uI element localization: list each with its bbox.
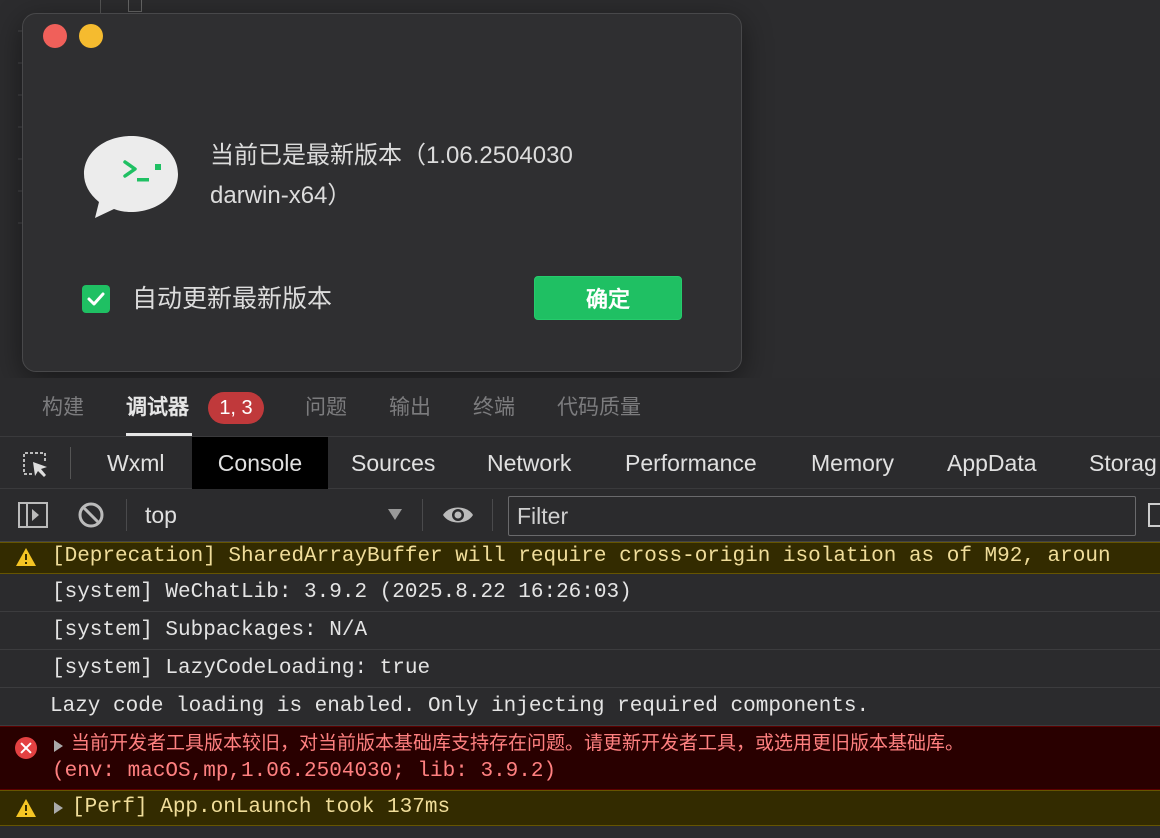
console-row-info: [system] LazyCodeLoading: true — [0, 650, 1160, 688]
devtools-tab-wxml[interactable]: Wxml — [107, 437, 164, 489]
expand-arrow-icon[interactable] — [54, 802, 63, 814]
devtools-tab-storage[interactable]: Storag — [1089, 437, 1157, 489]
console-row-partial — [0, 826, 1160, 838]
error-icon — [15, 737, 37, 759]
console-row-error: 当前开发者工具版本较旧，对当前版本基础库支持存在问题。请更新开发者工具，或选用更… — [0, 726, 1160, 790]
console-message[interactable]: [system] LazyCodeLoading: true — [52, 650, 430, 687]
tab-problems[interactable]: 问题 — [305, 378, 347, 436]
window-close-button[interactable] — [43, 24, 67, 48]
tab-build[interactable]: 构建 — [42, 378, 84, 436]
toolbar-divider — [70, 447, 71, 479]
devtools-tab-console[interactable]: Console — [192, 437, 328, 489]
editor-fold-marker — [128, 0, 142, 12]
auto-update-checkbox[interactable] — [82, 285, 110, 313]
dropdown-arrow-icon[interactable] — [388, 509, 402, 520]
warning-icon — [16, 799, 36, 817]
expand-arrow-icon[interactable] — [54, 740, 63, 752]
checkmark-icon — [87, 292, 105, 306]
window-minimize-button[interactable] — [79, 24, 103, 48]
console-row-warning: [Deprecation] SharedArrayBuffer will req… — [0, 542, 1160, 574]
console-message[interactable]: [Deprecation] SharedArrayBuffer will req… — [52, 543, 1111, 571]
devtools-tab-memory[interactable]: Memory — [811, 437, 894, 489]
devtools-tab-sources[interactable]: Sources — [351, 437, 435, 489]
tab-debugger[interactable]: 调试器 — [126, 378, 189, 436]
eye-icon[interactable] — [441, 503, 475, 527]
toolbar-divider — [422, 499, 423, 531]
update-message-line2: darwin-x64） — [210, 182, 352, 209]
inspect-element-icon[interactable] — [20, 449, 50, 479]
devtools-tab-appdata[interactable]: AppData — [947, 437, 1037, 489]
editor-divider — [100, 0, 101, 14]
devtools-tab-bar: Wxml Console Sources Network Performance… — [0, 436, 1160, 489]
tab-terminal[interactable]: 终端 — [473, 378, 515, 436]
tab-output[interactable]: 输出 — [389, 378, 431, 436]
warning-icon — [16, 548, 36, 566]
update-message-line1: 当前已是最新版本（1.06.2504030 — [210, 142, 573, 169]
confirm-button[interactable]: 确定 — [534, 276, 682, 320]
console-row-info: [system] Subpackages: N/A — [0, 612, 1160, 650]
auto-update-label[interactable]: 自动更新最新版本 — [132, 281, 332, 317]
filter-input[interactable] — [508, 496, 1136, 536]
console-output: [Deprecation] SharedArrayBuffer will req… — [0, 542, 1160, 838]
devtools-tab-performance[interactable]: Performance — [625, 437, 757, 489]
devtools-tab-network[interactable]: Network — [487, 437, 571, 489]
update-message: 当前已是最新版本（1.06.2504030 darwin-x64） — [210, 136, 670, 216]
debugger-count-badge: 1, 3 — [208, 392, 264, 424]
console-row-info: Lazy code loading is enabled. Only injec… — [0, 688, 1160, 726]
toolbar-divider — [126, 499, 127, 531]
update-dialog: 当前已是最新版本（1.06.2504030 darwin-x64） 自动更新最新… — [22, 13, 742, 372]
console-message[interactable]: Lazy code loading is enabled. Only injec… — [50, 688, 869, 725]
clear-console-icon[interactable] — [77, 501, 105, 529]
console-row-warning: [Perf] App.onLaunch took 137ms — [0, 790, 1160, 826]
sidebar-toggle-icon[interactable] — [18, 501, 48, 529]
console-message[interactable]: [Perf] App.onLaunch took 137ms — [72, 791, 450, 825]
settings-panel-icon[interactable] — [1148, 503, 1160, 527]
context-select[interactable]: top — [145, 489, 410, 541]
panel-tab-bar: 构建 调试器 1, 3 问题 输出 终端 代码质量 — [0, 378, 1160, 436]
error-message-line1[interactable]: 当前开发者工具版本较旧，对当前版本基础库支持存在问题。请更新开发者工具，或选用更… — [71, 729, 964, 757]
console-row-info: [system] WeChatLib: 3.9.2 (2025.8.22 16:… — [0, 574, 1160, 612]
tab-code-quality[interactable]: 代码质量 — [557, 378, 641, 436]
error-message-line2[interactable]: (env: macOS,mp,1.06.2504030; lib: 3.9.2) — [52, 758, 556, 786]
console-message[interactable]: [system] WeChatLib: 3.9.2 (2025.8.22 16:… — [52, 574, 632, 611]
console-toolbar: top — [0, 489, 1160, 542]
devtools-logo-icon — [84, 136, 178, 218]
console-message[interactable]: [system] Subpackages: N/A — [52, 612, 367, 649]
toolbar-divider — [492, 499, 493, 531]
